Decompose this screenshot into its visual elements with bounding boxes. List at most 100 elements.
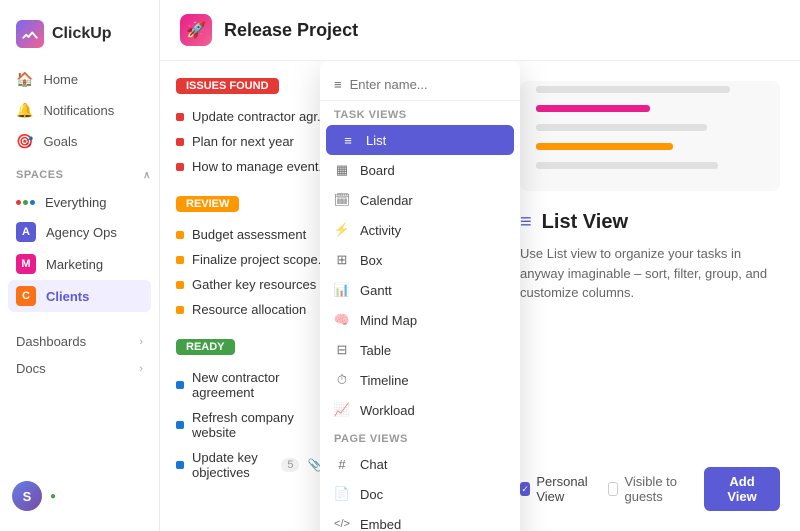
task-dot-yellow [176, 306, 184, 314]
home-icon: 🏠 [16, 71, 33, 88]
dropdown-item-label: Calendar [360, 193, 413, 208]
dropdown-item-calendar[interactable]: 🗓 Calendar [320, 185, 520, 215]
dropdown-item-workload[interactable]: 📈 Workload [320, 395, 520, 425]
guest-view-checkbox[interactable] [608, 482, 619, 496]
task-dot-red [176, 163, 184, 171]
task-views-label: TASK VIEWS [320, 101, 520, 125]
dropdown-item-box[interactable]: ⊞ Box [320, 245, 520, 275]
docs-label: Docs [16, 361, 46, 376]
dropdown-item-label: Embed [360, 517, 401, 531]
spaces-label: Spaces [16, 169, 63, 181]
nav-item-notifications[interactable]: 🔔 Notifications [8, 95, 151, 126]
task-dot-yellow [176, 231, 184, 239]
spaces-list: Everything A Agency Ops M Marketing C Cl… [0, 185, 159, 316]
user-avatar: S [12, 481, 42, 511]
agency-ops-label: Agency Ops [46, 225, 117, 240]
preview-bar-4 [536, 105, 650, 112]
sidebar-item-marketing[interactable]: M Marketing [8, 248, 151, 280]
project-icon: 🚀 [180, 14, 212, 46]
sidebar-item-agency-ops[interactable]: A Agency Ops [8, 216, 151, 248]
personal-view-option[interactable]: ✓ Personal View [520, 474, 598, 504]
preview-bar-5 [536, 124, 707, 131]
sidebar-item-dashboards[interactable]: Dashboards › [8, 328, 151, 355]
list-icon: ≡ [334, 77, 342, 92]
content-area: ISSUES FOUND Update contractor agr... Pl… [160, 61, 800, 531]
everything-label: Everything [45, 195, 106, 210]
user-section[interactable]: S ● [0, 473, 159, 519]
dropdown-search-bar[interactable]: ≡ [320, 69, 520, 101]
dropdown-item-embed[interactable]: </> Embed [320, 509, 520, 531]
dropdown-item-label: Workload [360, 403, 415, 418]
personal-view-label: Personal View [536, 474, 597, 504]
main-content: 🚀 Release Project ISSUES FOUND Update co… [160, 0, 800, 531]
dropdown-item-label: Activity [360, 223, 401, 238]
bell-icon: 🔔 [16, 102, 33, 119]
dropdown-item-timeline[interactable]: ⏱ Timeline [320, 365, 520, 395]
dropdown-item-label: Chat [360, 457, 387, 472]
spaces-section-header: Spaces ∧ [0, 157, 159, 185]
task-label: Finalize project scope... [192, 252, 329, 267]
issues-badge: ISSUES FOUND [176, 78, 279, 94]
nav-notifications-label: Notifications [43, 103, 114, 118]
guest-view-option[interactable]: Visible to guests [608, 474, 694, 504]
task-label: Resource allocation [192, 302, 306, 317]
task-label: How to manage event... [192, 159, 329, 174]
preview-bars [536, 81, 764, 175]
preview-bar-6 [536, 143, 673, 150]
board-icon: ▦ [334, 162, 350, 178]
marketing-label: Marketing [46, 257, 103, 272]
task-label: Update key objectives [192, 450, 273, 480]
guest-view-label: Visible to guests [624, 474, 694, 504]
activity-icon: ⚡ [334, 222, 350, 238]
workload-icon: 📈 [334, 402, 350, 418]
task-dot-yellow [176, 281, 184, 289]
task-dot-blue [176, 381, 184, 389]
sidebar-item-docs[interactable]: Docs › [8, 355, 151, 382]
add-view-button[interactable]: Add View [704, 467, 780, 511]
ready-badge: READY [176, 339, 235, 355]
nav-item-goals[interactable]: 🎯 Goals [8, 126, 151, 157]
dashboards-arrow-icon: › [139, 336, 143, 348]
nav-section: 🏠 Home 🔔 Notifications 🎯 Goals [0, 64, 159, 157]
agency-ops-avatar: A [16, 222, 36, 242]
dropdown-item-label: List [366, 133, 386, 148]
dropdown-item-mindmap[interactable]: 🧠 Mind Map [320, 305, 520, 335]
dropdown-item-gantt[interactable]: 📊 Gantt [320, 275, 520, 305]
nav-goals-label: Goals [43, 134, 77, 149]
preview-bar-3 [536, 86, 730, 93]
dropdown-search-input[interactable] [350, 77, 526, 92]
dropdown-item-label: Gantt [360, 283, 392, 298]
task-label: Gather key resources [192, 277, 316, 292]
calendar-icon: 🗓 [334, 192, 350, 208]
main-header: 🚀 Release Project [160, 0, 800, 61]
logo: ClickUp [0, 12, 159, 64]
mindmap-icon: 🧠 [334, 312, 350, 328]
dropdown-item-doc[interactable]: 📄 Doc [320, 479, 520, 509]
dropdown-item-board[interactable]: ▦ Board [320, 155, 520, 185]
logo-text: ClickUp [52, 25, 112, 43]
dropdown-item-activity[interactable]: ⚡ Activity [320, 215, 520, 245]
nav-item-home[interactable]: 🏠 Home [8, 64, 151, 95]
chat-icon: # [334, 456, 350, 472]
list-view-icon: ≡ [340, 132, 356, 148]
dropdown-item-chat[interactable]: # Chat [320, 449, 520, 479]
dropdown-item-label: Box [360, 253, 382, 268]
spaces-toggle[interactable]: ∧ [143, 170, 151, 181]
list-view-title: ≡ List View [520, 211, 780, 234]
task-dot-yellow [176, 256, 184, 264]
review-badge: REVIEW [176, 196, 239, 212]
gantt-icon: 📊 [334, 282, 350, 298]
embed-icon: </> [334, 516, 350, 531]
list-view-panel: ≡ List View Use List view to organize yo… [500, 61, 800, 531]
dropdown-item-table[interactable]: ⊟ Table [320, 335, 520, 365]
view-dropdown: ≡ TASK VIEWS ≡ List ▦ Board 🗓 Calendar ⚡… [320, 61, 520, 531]
dropdown-item-list[interactable]: ≡ List [326, 125, 514, 155]
dropdown-item-label: Table [360, 343, 391, 358]
sidebar-item-clients[interactable]: C Clients [8, 280, 151, 312]
clients-label: Clients [46, 289, 89, 304]
view-preview [520, 81, 780, 191]
task-dot-red [176, 138, 184, 146]
everything-dots-icon [16, 200, 35, 205]
personal-view-checkbox[interactable]: ✓ [520, 482, 530, 496]
sidebar-item-everything[interactable]: Everything [8, 189, 151, 216]
